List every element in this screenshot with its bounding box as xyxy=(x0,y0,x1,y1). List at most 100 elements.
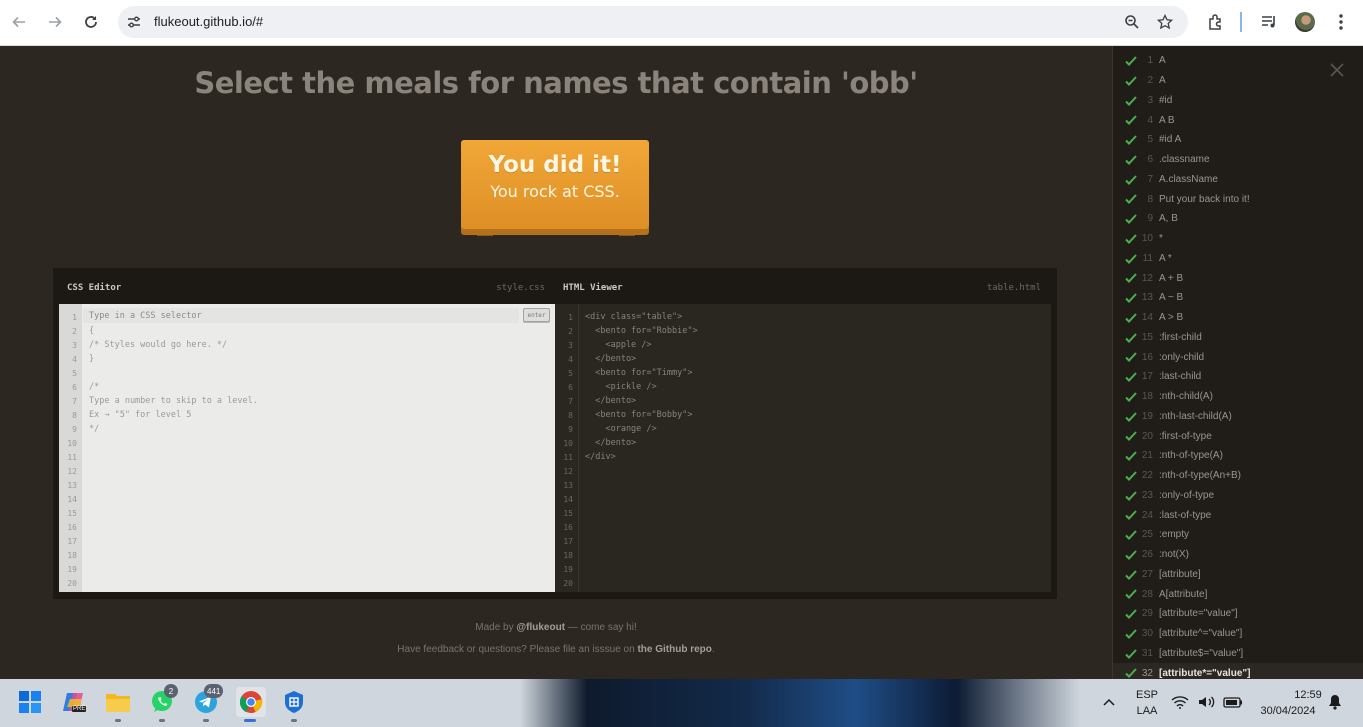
line-number: 8 xyxy=(72,411,77,420)
level-item[interactable]: 13 A ~ B xyxy=(1113,288,1363,308)
checkmark-icon xyxy=(1125,76,1137,86)
level-number: 26 xyxy=(1141,549,1153,561)
forward-arrow-icon[interactable] xyxy=(42,9,68,35)
level-selector: A xyxy=(1159,75,1166,87)
level-item[interactable]: 2A xyxy=(1113,71,1363,91)
notification-bell-icon[interactable] xyxy=(1325,688,1345,716)
level-item[interactable]: 21:nth-of-type(A) xyxy=(1113,446,1363,466)
wallpaper-strip xyxy=(520,679,1080,727)
chevron-up-icon[interactable] xyxy=(1095,688,1123,716)
level-number: 27 xyxy=(1141,568,1153,580)
level-item[interactable]: 14 A > B xyxy=(1113,308,1363,328)
code-line: <bento for="Timmy"> xyxy=(585,368,693,378)
keyboard-layout[interactable]: LAA xyxy=(1130,705,1164,717)
defender-app-icon[interactable] xyxy=(280,688,308,716)
level-item[interactable]: 15:first-child xyxy=(1113,328,1363,348)
code-line: <pickle /> xyxy=(585,382,657,392)
level-item[interactable]: 12 A + B xyxy=(1113,268,1363,288)
line-number: 14 xyxy=(563,495,573,504)
level-item[interactable]: 6 .classname xyxy=(1113,150,1363,170)
level-item[interactable]: 16:only-child xyxy=(1113,347,1363,367)
level-selector: :only-of-type xyxy=(1159,489,1215,501)
level-item[interactable]: 3 #id xyxy=(1113,91,1363,111)
level-item[interactable]: 1A xyxy=(1113,51,1363,71)
copilot-icon[interactable]: PRE xyxy=(60,688,88,716)
line-number: 14 xyxy=(67,495,77,504)
whatsapp-icon[interactable]: 2 xyxy=(148,684,178,716)
checkmark-icon xyxy=(1125,115,1137,126)
level-item[interactable]: 27 [attribute] xyxy=(1113,565,1363,585)
author-link[interactable]: @flukeout xyxy=(516,622,565,633)
checkmark-icon xyxy=(1125,56,1137,66)
level-item[interactable]: 17:last-child xyxy=(1113,367,1363,387)
enter-button[interactable]: enter xyxy=(523,308,550,322)
profile-avatar[interactable] xyxy=(1295,12,1315,32)
level-item[interactable]: 8 Put your back into it! xyxy=(1113,189,1363,209)
level-item[interactable]: 30 [attribute^="value"] xyxy=(1113,624,1363,644)
level-selector: .classname xyxy=(1159,154,1210,166)
chrome-icon[interactable] xyxy=(236,687,266,717)
level-item[interactable]: 23:only-of-type xyxy=(1113,486,1363,506)
level-item[interactable]: 20:first-of-type xyxy=(1113,426,1363,446)
line-number: 5 xyxy=(568,369,573,378)
level-selector: :not(X) xyxy=(1159,549,1190,561)
battery-icon[interactable] xyxy=(1222,688,1244,716)
credits-pre: Made by xyxy=(475,622,517,633)
media-control-icon[interactable] xyxy=(1257,10,1281,34)
kebab-menu-icon[interactable] xyxy=(1329,10,1353,34)
checkmark-icon xyxy=(1125,451,1137,461)
level-item[interactable]: 11 A * xyxy=(1113,249,1363,269)
level-item[interactable]: 5 #id A xyxy=(1113,130,1363,150)
level-selector: [attribute="value"] xyxy=(1159,608,1238,620)
level-item[interactable]: 7 A.className xyxy=(1113,170,1363,190)
browser-toolbar: flukeout.github.io/# xyxy=(0,0,1363,46)
line-number: 12 xyxy=(563,467,573,476)
explorer-running-indicator xyxy=(115,719,121,722)
level-item[interactable]: 22:nth-of-type(An+B) xyxy=(1113,466,1363,486)
level-item[interactable]: 29 [attribute="value"] xyxy=(1113,604,1363,624)
level-selector: A xyxy=(1159,55,1166,67)
volume-icon[interactable] xyxy=(1196,688,1218,716)
level-item[interactable]: 25:empty xyxy=(1113,525,1363,545)
level-item[interactable]: 4 A B xyxy=(1113,110,1363,130)
reload-icon[interactable] xyxy=(78,9,104,35)
github-repo-link[interactable]: the Github repo xyxy=(637,644,711,655)
line-number: 6 xyxy=(72,383,77,392)
level-selector: A * xyxy=(1159,252,1172,264)
checkmark-icon xyxy=(1125,530,1137,540)
code-line: Ex → "5" for level 5 xyxy=(89,410,192,420)
css-selector-input[interactable] xyxy=(83,308,519,323)
table-surface: You did it! You rock at CSS. xyxy=(461,140,649,229)
back-arrow-icon[interactable] xyxy=(6,9,32,35)
line-number: 7 xyxy=(568,397,573,406)
zoom-icon[interactable] xyxy=(1122,12,1142,32)
extensions-icon[interactable] xyxy=(1204,10,1228,34)
address-bar[interactable]: flukeout.github.io/# xyxy=(118,6,1188,38)
code-line: <div class="table"> xyxy=(585,312,683,322)
level-item[interactable]: 24:last-of-type xyxy=(1113,505,1363,525)
keyboard-language[interactable]: ESP xyxy=(1130,689,1164,701)
level-item[interactable]: 18:nth-child(A) xyxy=(1113,387,1363,407)
level-item[interactable]: 9 A, B xyxy=(1113,209,1363,229)
site-settings-icon[interactable] xyxy=(124,12,144,32)
telegram-icon[interactable]: 441 xyxy=(192,684,224,716)
level-item[interactable]: 26 :not(X) xyxy=(1113,545,1363,565)
level-item[interactable]: 31 [attribute$="value"] xyxy=(1113,644,1363,664)
url-text[interactable]: flukeout.github.io/# xyxy=(154,14,263,29)
chrome-active-indicator xyxy=(244,719,256,722)
bookmark-star-icon[interactable] xyxy=(1155,12,1175,32)
html-viewer-filename: table.html xyxy=(986,283,1041,293)
level-item[interactable]: 28 A[attribute] xyxy=(1113,584,1363,604)
level-number: 32 xyxy=(1141,667,1153,679)
level-item[interactable]: 19:nth-last-child(A) xyxy=(1113,407,1363,427)
level-number: 11 xyxy=(1142,252,1153,264)
clock-date[interactable]: 30/04/2024 xyxy=(1252,705,1324,717)
level-item[interactable]: 10 * xyxy=(1113,229,1363,249)
file-explorer-icon[interactable] xyxy=(104,688,132,716)
wifi-icon[interactable] xyxy=(1170,688,1190,716)
credits-post: — come say hi! xyxy=(565,622,637,633)
checkmark-icon xyxy=(1125,214,1137,224)
css-editor[interactable]: 1234567891011121314151617181920 enter {/… xyxy=(59,304,555,592)
windows-start-icon[interactable] xyxy=(16,688,44,716)
checkmark-icon xyxy=(1125,313,1137,323)
